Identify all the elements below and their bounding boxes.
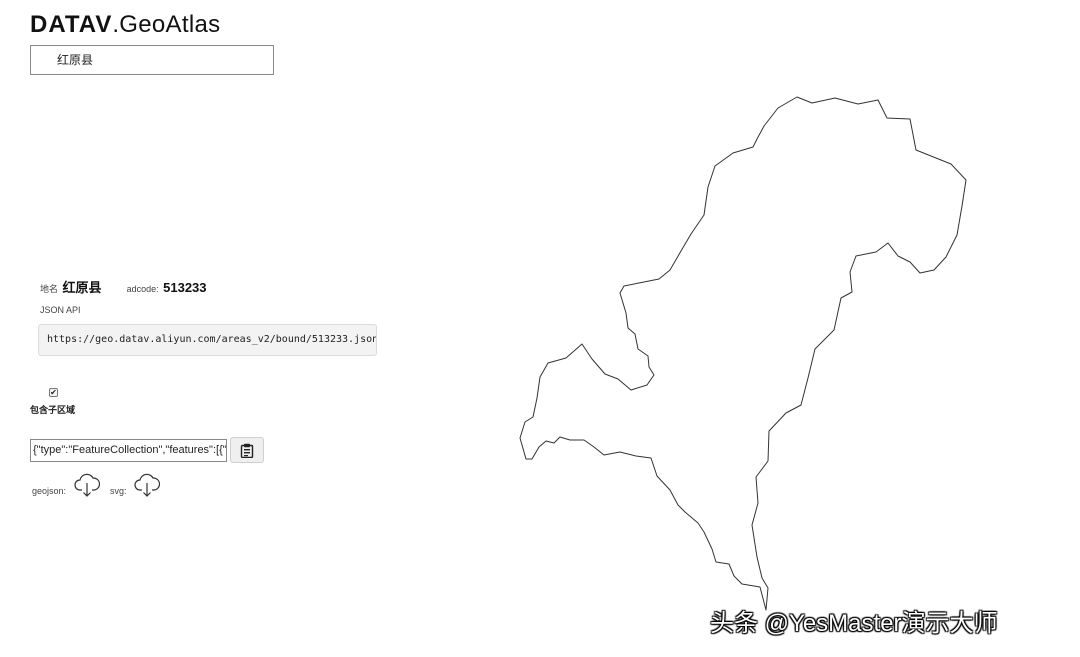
logo-rest-text: .GeoAtlas — [112, 11, 221, 38]
json-api-label: JSON API — [40, 305, 81, 315]
region-name-label: 地名 — [40, 284, 59, 294]
include-subregions-label: 包含子区域 — [30, 405, 76, 415]
copy-button[interactable] — [230, 437, 264, 463]
adcode-value: 513233 — [163, 280, 207, 295]
clipboard-icon — [240, 443, 254, 458]
region-search-input[interactable]: 红原县 — [30, 45, 274, 75]
geojson-download-button[interactable] — [74, 472, 100, 498]
datav-geoatlas-logo: DATAV.GeoAtlas — [30, 10, 220, 40]
svg-download-button[interactable] — [134, 472, 160, 498]
svg-download-label: svg: — [110, 486, 127, 496]
logo-bold-text: DATAV — [30, 11, 113, 38]
geojson-output-field[interactable]: {"type":"FeatureCollection","features":[… — [30, 439, 227, 462]
include-subregions-checkbox[interactable]: ✔ — [49, 388, 58, 397]
region-info-row: 地名 红原县 adcode: 513233 — [40, 280, 207, 295]
region-outline[interactable] — [519, 96, 967, 611]
region-name-value: 红原县 — [62, 280, 102, 295]
geojson-download-label: geojson: — [32, 486, 67, 496]
watermark-text: 头条 @YesMaster演示大师 — [710, 610, 998, 637]
region-map[interactable] — [515, 90, 975, 620]
adcode-label: adcode — [126, 284, 157, 294]
json-api-url[interactable]: https://geo.datav.aliyun.com/areas_v2/bo… — [38, 324, 377, 356]
